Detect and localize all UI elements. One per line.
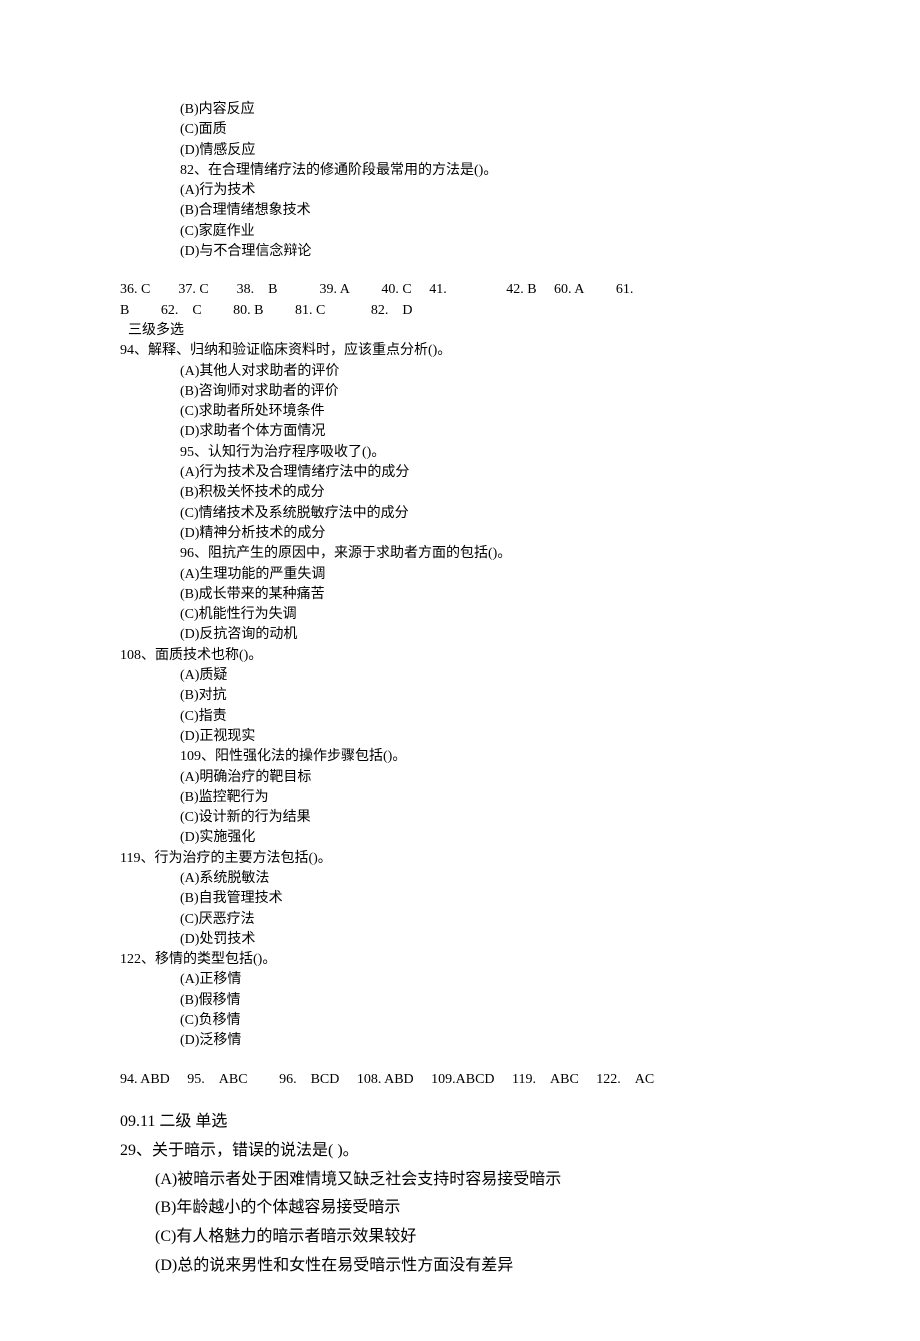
answer-key-line2: B 62. C 80. B 81. C 82. D (120, 301, 800, 321)
option-119d: (D)处罚技术 (120, 930, 800, 950)
option-122b: (B)假移情 (120, 991, 800, 1011)
option-96c: (C)机能性行为失调 (120, 605, 800, 625)
option-109a: (A)明确治疗的靶目标 (120, 768, 800, 788)
option-29b: (B)年龄越小的个体越容易接受暗示 (120, 1194, 800, 1223)
section-level2: 09.11 二级 单选 (120, 1108, 800, 1137)
option-108c: (C)指责 (120, 707, 800, 727)
option-29d: (D)总的说来男性和女性在易受暗示性方面没有差异 (120, 1252, 800, 1281)
section-multi-select: 三级多选 (120, 321, 800, 341)
option-82a: (A)行为技术 (120, 181, 800, 201)
option-95a: (A)行为技术及合理情绪疗法中的成分 (120, 463, 800, 483)
option-95c: (C)情绪技术及系统脱敏疗法中的成分 (120, 504, 800, 524)
option-122a: (A)正移情 (120, 970, 800, 990)
option-94a: (A)其他人对求助者的评价 (120, 362, 800, 382)
option-108a: (A)质疑 (120, 666, 800, 686)
option-d: (D)情感反应 (120, 141, 800, 161)
option-119a: (A)系统脱敏法 (120, 869, 800, 889)
answer-key-line1: 36. C 37. C 38. B 39. A 40. C 41. 42. B … (120, 280, 800, 300)
option-96a: (A)生理功能的严重失调 (120, 565, 800, 585)
question-109: 109、阳性强化法的操作步骤包括()。 (120, 747, 800, 767)
option-119b: (B)自我管理技术 (120, 889, 800, 909)
option-29c: (C)有人格魅力的暗示者暗示效果较好 (120, 1223, 800, 1252)
question-82: 82、在合理情绪疗法的修通阶段最常用的方法是()。 (120, 161, 800, 181)
option-c: (C)面质 (120, 120, 800, 140)
option-94d: (D)求助者个体方面情况 (120, 422, 800, 442)
option-122d: (D)泛移情 (120, 1031, 800, 1051)
option-109d: (D)实施强化 (120, 828, 800, 848)
option-b: (B)内容反应 (120, 100, 800, 120)
option-96d: (D)反抗咨询的动机 (120, 625, 800, 645)
option-122c: (C)负移情 (120, 1011, 800, 1031)
option-82d: (D)与不合理信念辩论 (120, 242, 800, 262)
option-94b: (B)咨询师对求助者的评价 (120, 382, 800, 402)
question-119: 119、行为治疗的主要方法包括()。 (120, 849, 800, 869)
option-96b: (B)成长带来的某种痛苦 (120, 585, 800, 605)
question-96: 96、阻抗产生的原因中，来源于求助者方面的包括()。 (120, 544, 800, 564)
page-content: (B)内容反应 (C)面质 (D)情感反应 82、在合理情绪疗法的修通阶段最常用… (0, 0, 920, 1341)
option-82c: (C)家庭作业 (120, 222, 800, 242)
answer-key-multi: 94. ABD 95. ABC 96. BCD 108. ABD 109.ABC… (120, 1070, 800, 1090)
option-108d: (D)正视现实 (120, 727, 800, 747)
option-109b: (B)监控靶行为 (120, 788, 800, 808)
option-95d: (D)精神分析技术的成分 (120, 524, 800, 544)
option-94c: (C)求助者所处环境条件 (120, 402, 800, 422)
question-108: 108、面质技术也称()。 (120, 646, 800, 666)
option-82b: (B)合理情绪想象技术 (120, 201, 800, 221)
option-95b: (B)积极关怀技术的成分 (120, 483, 800, 503)
question-95: 95、认知行为治疗程序吸收了()。 (120, 443, 800, 463)
option-119c: (C)厌恶疗法 (120, 910, 800, 930)
question-94: 94、解释、归纳和验证临床资料时，应该重点分析()。 (120, 341, 800, 361)
option-109c: (C)设计新的行为结果 (120, 808, 800, 828)
question-29: 29、关于暗示，错误的说法是( )。 (120, 1137, 800, 1166)
option-108b: (B)对抗 (120, 686, 800, 706)
question-122: 122、移情的类型包括()。 (120, 950, 800, 970)
option-29a: (A)被暗示者处于困难情境又缺乏社会支持时容易接受暗示 (120, 1166, 800, 1195)
